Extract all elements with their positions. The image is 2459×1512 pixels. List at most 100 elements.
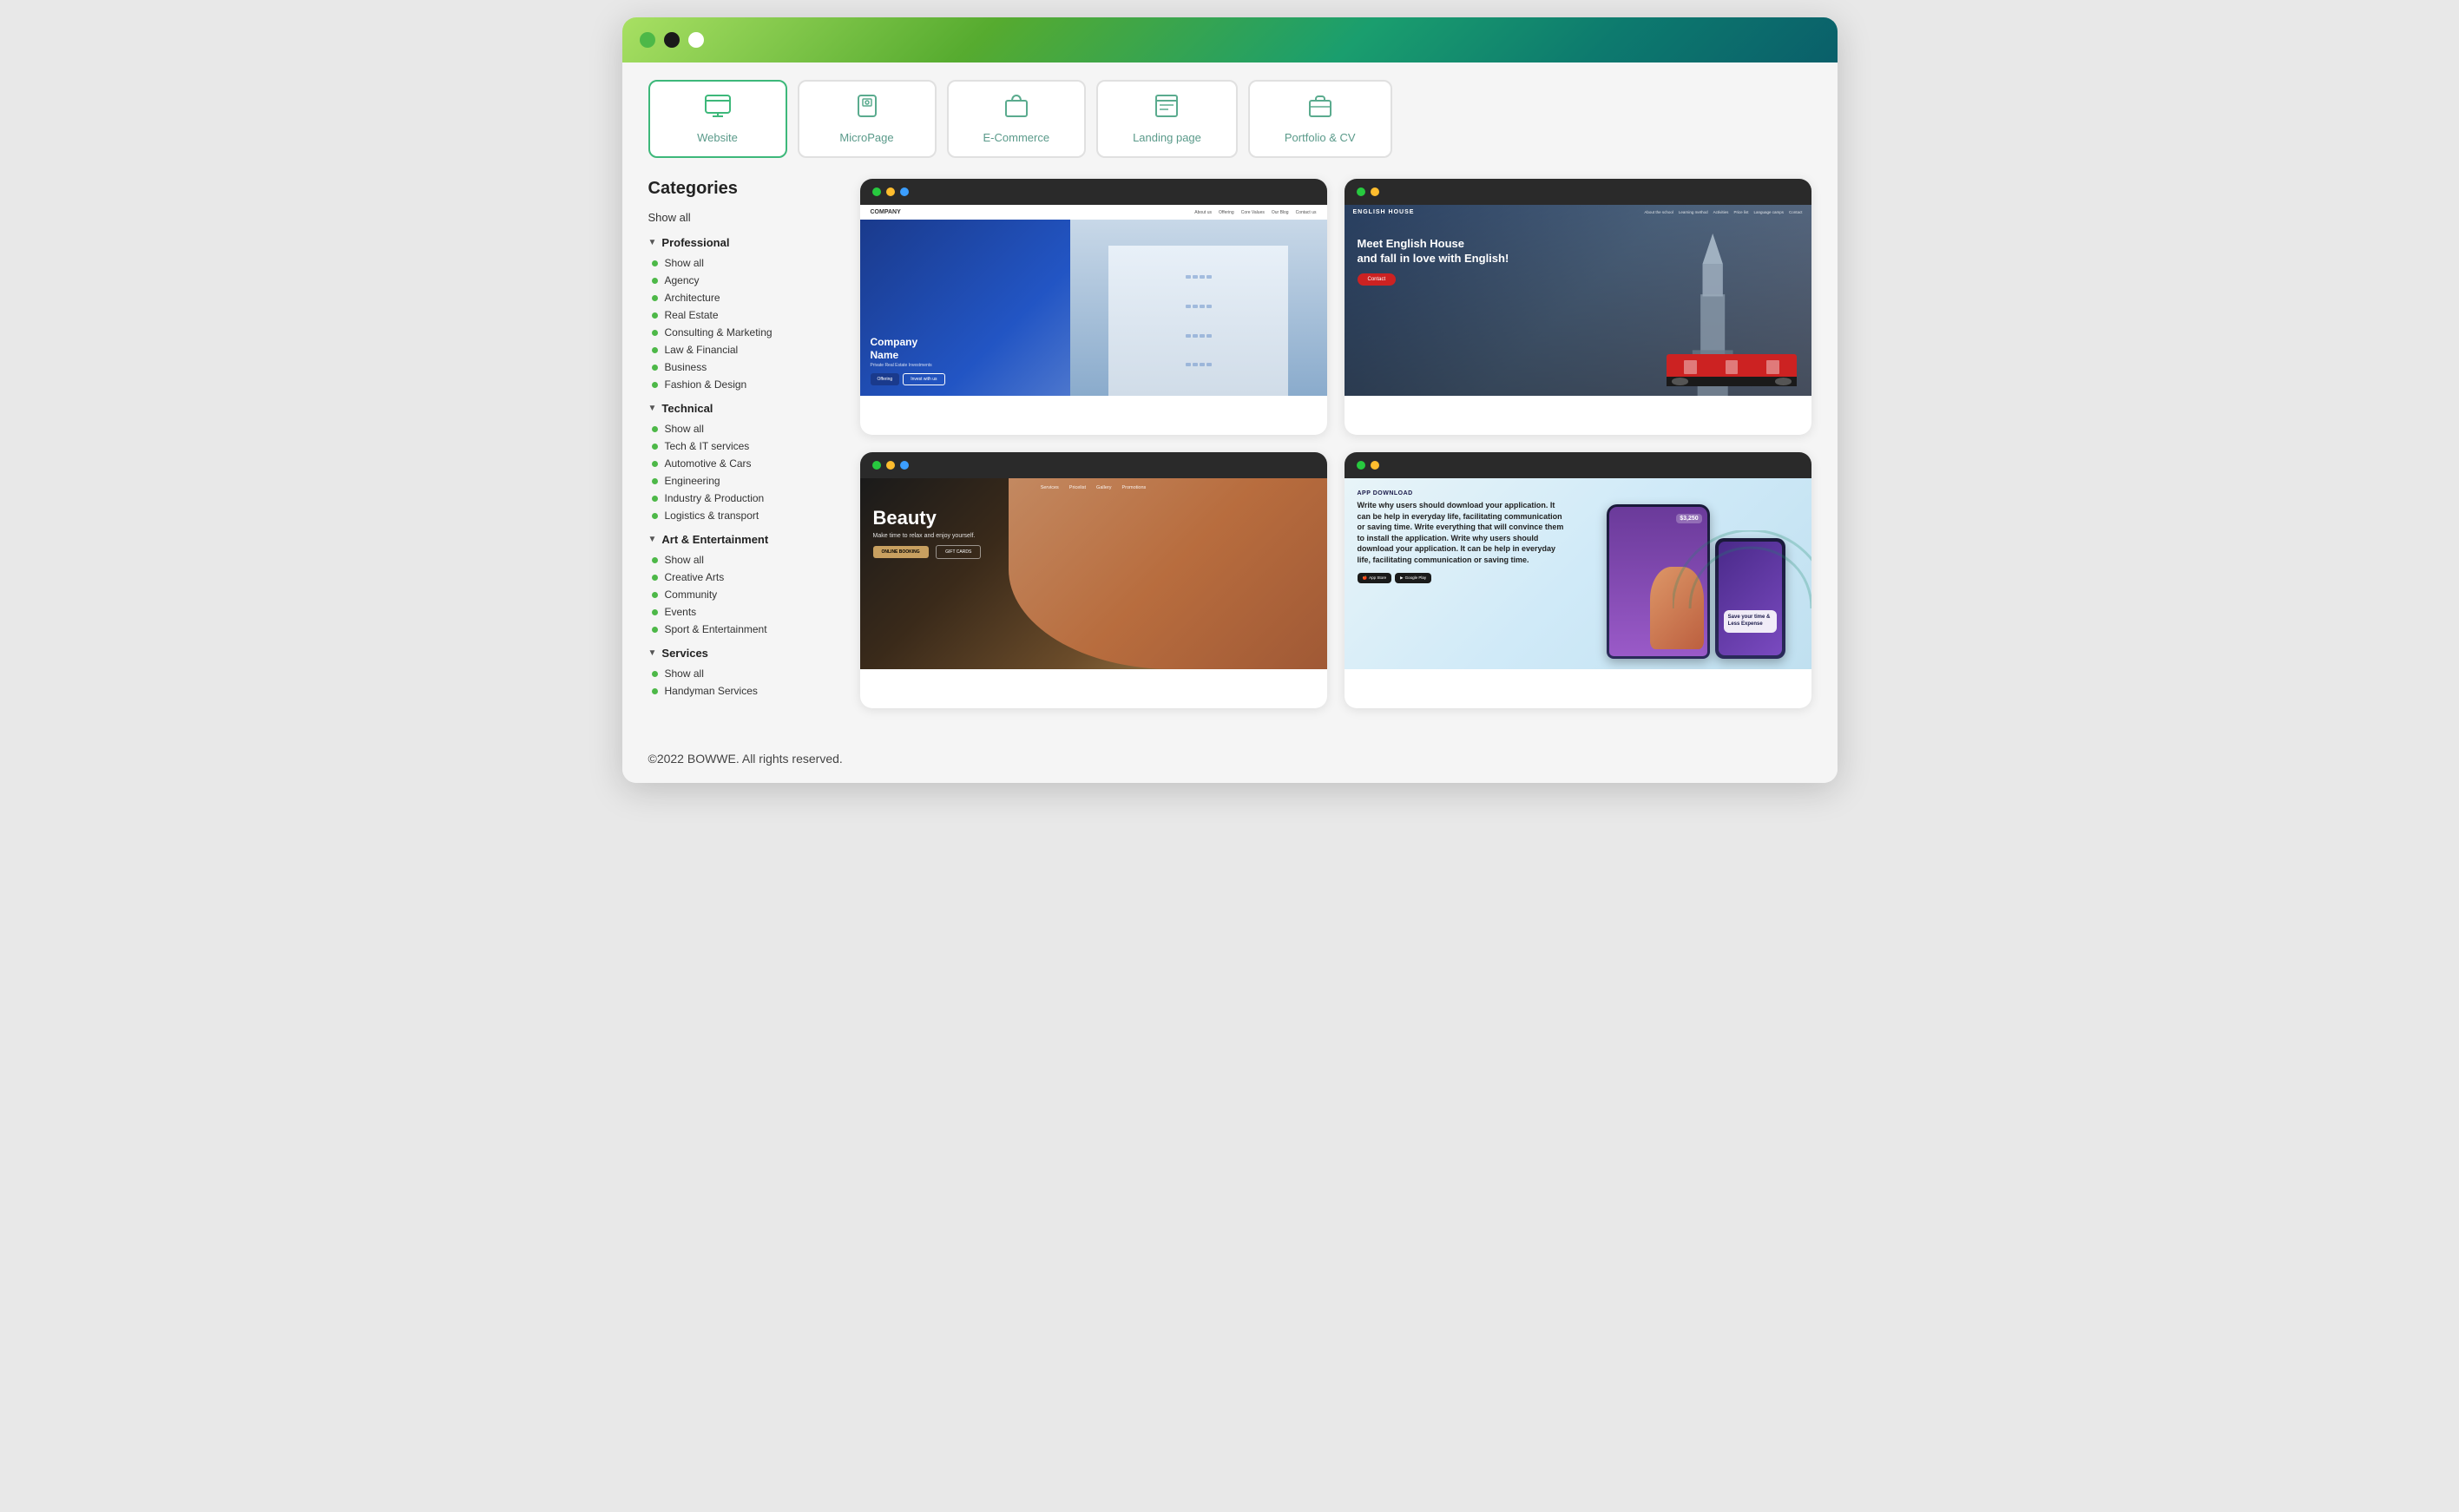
list-item[interactable]: Industry & Production xyxy=(652,490,839,507)
category-items-professional: Show all Agency Architecture Real Estate… xyxy=(648,254,839,393)
bullet-icon xyxy=(652,557,658,563)
english-content: Meet English Houseand fall in love with … xyxy=(1345,220,1811,303)
dot-blue-icon xyxy=(900,187,909,196)
card-header-beauty xyxy=(860,452,1327,478)
dot-yellow-icon xyxy=(1371,461,1379,470)
bullet-icon xyxy=(652,671,658,677)
apple-icon: 🍎 xyxy=(1363,575,1368,581)
dot-black xyxy=(664,32,680,48)
categories-title: Categories xyxy=(648,179,839,199)
category-header-technical[interactable]: ▼ Technical xyxy=(648,402,839,415)
bullet-icon xyxy=(652,609,658,615)
template-card-english[interactable]: ENGLISH HOUSE About the school Learning … xyxy=(1345,179,1811,435)
chevron-services: ▼ xyxy=(648,648,657,658)
list-item[interactable]: Show all xyxy=(652,254,839,272)
building-overlay xyxy=(1070,220,1327,396)
template-card-real-estate[interactable]: COMPANY About us Offering Core Values Ou… xyxy=(860,179,1327,435)
preview-nav: COMPANY About us Offering Core Values Ou… xyxy=(860,205,1327,220)
bullet-icon xyxy=(652,461,658,467)
portfolio-icon xyxy=(1308,94,1332,124)
category-header-professional[interactable]: ▼ Professional xyxy=(648,236,839,249)
list-item[interactable]: Agency xyxy=(652,272,839,289)
tab-website-label: Website xyxy=(697,131,738,144)
category-header-services[interactable]: ▼ Services xyxy=(648,647,839,660)
bullet-icon xyxy=(652,295,658,301)
english-logo: ENGLISH HOUSE xyxy=(1353,209,1415,215)
list-item[interactable]: Events xyxy=(652,603,839,621)
preview-hero-subtitle: Private Real Estate Investments xyxy=(871,363,945,368)
category-label-technical: Technical xyxy=(661,402,713,415)
dot-yellow-icon xyxy=(886,461,895,470)
bullet-icon xyxy=(652,513,658,519)
template-card-beauty[interactable]: Services Pricelist Gallery Promotions Be… xyxy=(860,452,1327,708)
chevron-professional: ▼ xyxy=(648,238,657,247)
tab-website[interactable]: Website xyxy=(648,80,787,158)
list-item[interactable]: Show all xyxy=(652,420,839,437)
list-item[interactable]: Automotive & Cars xyxy=(652,455,839,472)
category-section-art: ▼ Art & Entertainment Show all Creative … xyxy=(648,533,839,638)
app-body-text: Write why users should download your app… xyxy=(1358,500,1565,566)
bullet-icon xyxy=(652,260,658,266)
preview-text-block: CompanyName Private Real Estate Investme… xyxy=(871,336,945,385)
template-card-app[interactable]: APP DOWNLOAD Write why users should down… xyxy=(1345,452,1811,708)
micropage-icon xyxy=(857,94,878,124)
template-preview-english: ENGLISH HOUSE About the school Learning … xyxy=(1345,205,1811,396)
preview-hero-buttons: Offering Invest with us xyxy=(871,373,945,385)
category-header-art[interactable]: ▼ Art & Entertainment xyxy=(648,533,839,546)
list-item[interactable]: Fashion & Design xyxy=(652,376,839,393)
chevron-art: ▼ xyxy=(648,535,657,544)
tab-portfolio[interactable]: Portfolio & CV xyxy=(1248,80,1392,158)
ecommerce-icon xyxy=(1004,94,1029,124)
website-icon xyxy=(704,94,732,124)
bullet-icon xyxy=(652,382,658,388)
chevron-technical: ▼ xyxy=(648,404,657,413)
template-preview-beauty: Services Pricelist Gallery Promotions Be… xyxy=(860,478,1327,669)
tab-landing[interactable]: Landing page xyxy=(1096,80,1238,158)
beauty-booking-button[interactable]: ONLINE BOOKING xyxy=(873,546,929,558)
preview-logo: COMPANY xyxy=(871,209,901,215)
tab-micropage[interactable]: MicroPage xyxy=(798,80,937,158)
list-item[interactable]: Show all xyxy=(652,551,839,569)
list-item[interactable]: Law & Financial xyxy=(652,341,839,358)
preview-offering-button[interactable]: Offering xyxy=(871,373,900,385)
english-contact-button[interactable]: Contact xyxy=(1358,273,1397,286)
bullet-icon xyxy=(652,496,658,502)
bullet-icon xyxy=(652,365,658,371)
dot-green-icon xyxy=(1357,461,1365,470)
bullet-icon xyxy=(652,575,658,581)
bullet-icon xyxy=(652,312,658,319)
beauty-title: Beauty xyxy=(873,507,1314,529)
tab-portfolio-label: Portfolio & CV xyxy=(1285,131,1356,144)
list-item[interactable]: Creative Arts xyxy=(652,569,839,586)
preview-hero: CompanyName Private Real Estate Investme… xyxy=(860,220,1327,396)
list-item[interactable]: Tech & IT services xyxy=(652,437,839,455)
category-label-art: Art & Entertainment xyxy=(661,533,768,546)
list-item[interactable]: Real Estate xyxy=(652,306,839,324)
tab-ecommerce[interactable]: E-Commerce xyxy=(947,80,1087,158)
english-title: Meet English Houseand fall in love with … xyxy=(1358,237,1798,266)
beauty-nav: Services Pricelist Gallery Promotions xyxy=(860,478,1327,494)
english-nav-links: About the school Learning method Activit… xyxy=(1644,210,1802,214)
building-shape xyxy=(1108,246,1288,396)
list-item[interactable]: Logistics & transport xyxy=(652,507,839,524)
list-item[interactable]: Community xyxy=(652,586,839,603)
list-item[interactable]: Sport & Entertainment xyxy=(652,621,839,638)
show-all-button[interactable]: Show all xyxy=(648,211,839,224)
beauty-giftcards-button[interactable]: GIFT CARDS xyxy=(936,545,981,559)
preview-invest-button[interactable]: Invest with us xyxy=(903,373,944,385)
bullet-icon xyxy=(652,278,658,284)
list-item[interactable]: Engineering xyxy=(652,472,839,490)
footer-text: ©2022 BOWWE. All rights reserved. xyxy=(648,752,843,766)
main-window: Website MicroPage xyxy=(622,17,1838,783)
dot-green-icon xyxy=(872,461,881,470)
tab-landing-label: Landing page xyxy=(1133,131,1201,144)
template-preview-app: APP DOWNLOAD Write why users should down… xyxy=(1345,478,1811,669)
list-item[interactable]: Business xyxy=(652,358,839,376)
google-play-button[interactable]: ▶ Google Play xyxy=(1395,573,1431,583)
list-item[interactable]: Show all xyxy=(652,665,839,682)
list-item[interactable]: Architecture xyxy=(652,289,839,306)
list-item[interactable]: Consulting & Marketing xyxy=(652,324,839,341)
list-item[interactable]: Handyman Services xyxy=(652,682,839,700)
app-store-button[interactable]: 🍎 App Store xyxy=(1358,573,1392,583)
bullet-icon xyxy=(652,426,658,432)
